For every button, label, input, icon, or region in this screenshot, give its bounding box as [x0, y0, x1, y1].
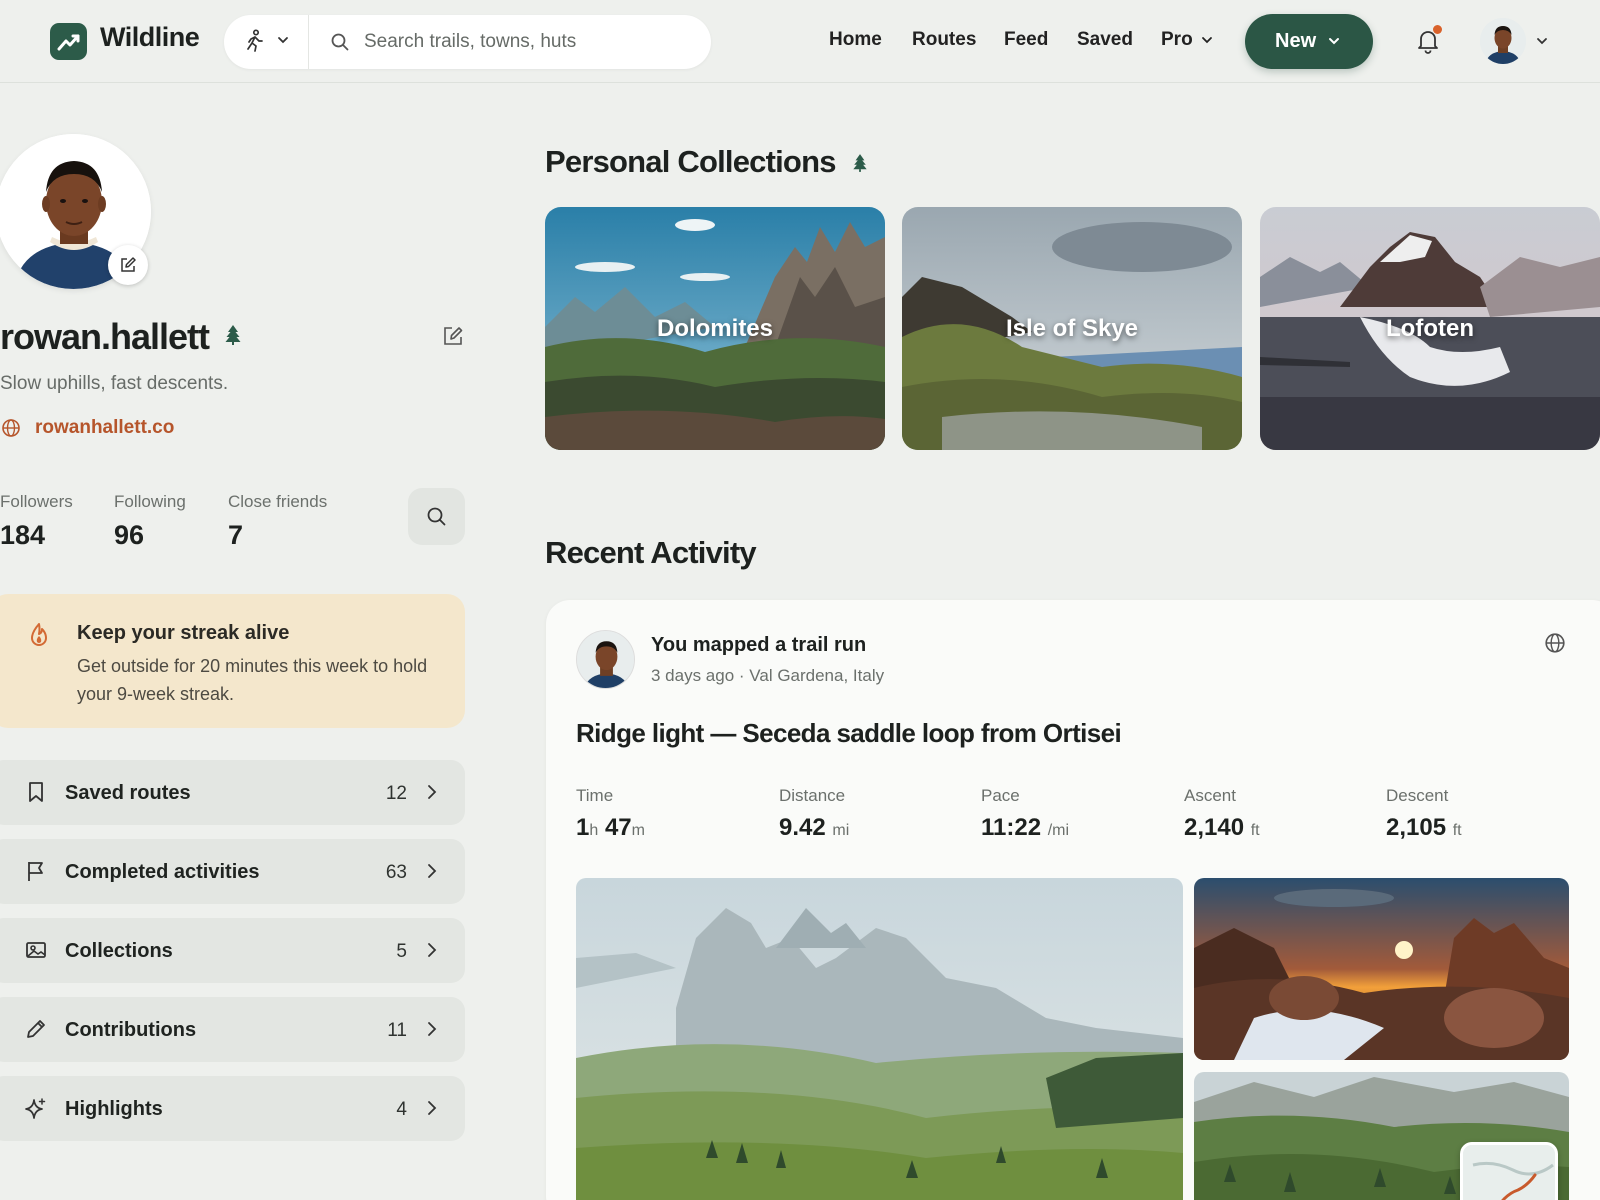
collection-label: Dolomites [656, 315, 773, 342]
menu-count: 5 [396, 941, 407, 962]
menu-count: 11 [387, 1020, 407, 1041]
runner-icon [247, 29, 263, 52]
menu-saved-routes[interactable]: Saved routes 12 [0, 760, 465, 825]
brand-name[interactable]: Wildline [100, 22, 200, 53]
tree-icon [225, 325, 241, 345]
alpine-meadow-photo [576, 878, 1183, 1200]
activity-title[interactable]: Ridge light — Seceda saddle loop from Or… [576, 718, 1122, 749]
metric-label-ascent: Ascent [1184, 786, 1236, 805]
menu-label: Collections [65, 940, 173, 962]
metric-value-pace: 11:22 /mi [981, 814, 1070, 841]
activity-mode-select[interactable] [224, 15, 309, 69]
bookmark-icon [29, 782, 43, 802]
collection-card-dolomites[interactable]: Dolomites [545, 207, 885, 450]
menu-label: Contributions [65, 1019, 197, 1041]
pencil-icon [27, 1020, 45, 1038]
activity-avatar[interactable] [576, 630, 635, 689]
metric-value-time: 1h 47m [576, 814, 645, 841]
wildline-logo[interactable] [50, 23, 87, 60]
notification-dot [1433, 25, 1442, 34]
chevron-right-icon [428, 1022, 437, 1036]
new-button-label: New [1275, 30, 1317, 52]
chevron-down-icon [278, 37, 288, 44]
nav-home[interactable]: Home [829, 29, 882, 51]
menu-count: 12 [385, 783, 407, 804]
nav-saved[interactable]: Saved [1077, 29, 1133, 51]
metric-value-ascent: 2,140 ft [1184, 814, 1260, 841]
close-friends-count[interactable]: 7 [228, 520, 243, 551]
menu-highlights[interactable]: Highlights 4 [0, 1076, 465, 1141]
edit-profile-icon[interactable] [442, 325, 464, 347]
metric-label-time: Time [576, 786, 614, 805]
route-map-thumbnail[interactable] [1460, 1142, 1558, 1200]
route-map-icon [1463, 1145, 1555, 1200]
activity-headline: You mapped a trail run [651, 634, 867, 656]
sunset-rocks-photo [1194, 878, 1569, 1060]
edit-avatar-button[interactable] [108, 245, 148, 285]
nav-routes[interactable]: Routes [912, 29, 976, 51]
search-icon [427, 507, 446, 526]
activity-meta: 3 days ago · Val Gardena, Italy [651, 666, 885, 685]
flag-icon [28, 862, 43, 881]
collection-card-lofoten[interactable]: Lofoten [1260, 207, 1600, 450]
chevron-right-icon [428, 943, 437, 957]
search-bar [224, 15, 711, 69]
search-input[interactable] [364, 15, 694, 69]
metric-value-descent: 2,105 ft [1386, 814, 1462, 841]
menu-contributions[interactable]: Contributions 11 [0, 997, 465, 1062]
menu-count: 4 [396, 1099, 407, 1120]
edit-icon [121, 257, 136, 272]
streak-title: Keep your streak alive [77, 622, 290, 644]
menu-count: 63 [385, 862, 407, 883]
chevron-right-icon [428, 864, 437, 878]
flame-icon [31, 623, 47, 646]
search-icon [331, 33, 349, 51]
followers-label: Followers [0, 492, 73, 511]
chevron-right-icon [428, 1101, 437, 1115]
following-count[interactable]: 96 [114, 520, 144, 551]
recent-activity-title: Recent Activity [545, 535, 757, 570]
menu-label: Completed activities [65, 861, 260, 883]
metric-label-pace: Pace [981, 786, 1020, 805]
activity-photo-sunset[interactable] [1194, 878, 1569, 1060]
collection-label: Lofoten [1386, 315, 1474, 342]
chevron-down-icon [1329, 38, 1339, 45]
following-label: Following [114, 492, 186, 511]
tree-icon [853, 154, 867, 172]
top-bar: Wildline Home Routes Feed Saved Pro New [0, 0, 1600, 83]
activity-photo-main[interactable] [576, 878, 1183, 1200]
chevron-down-icon[interactable] [1200, 35, 1214, 45]
profile-bio: Slow uphills, fast descents. [0, 373, 229, 394]
profile-website-link[interactable]: rowanhallett.co [35, 417, 174, 439]
find-friends-button[interactable] [408, 488, 465, 545]
image-icon [26, 942, 46, 958]
nav-pro[interactable]: Pro [1161, 29, 1193, 51]
metric-label-distance: Distance [779, 786, 846, 805]
collections-title: Personal Collections [545, 144, 836, 179]
chevron-right-icon [428, 785, 437, 799]
avatar-portrait [577, 631, 634, 688]
close-friends-label: Close friends [228, 492, 328, 511]
globe-icon[interactable] [1544, 632, 1566, 654]
trend-icon [57, 34, 80, 51]
collection-card-isle-of-skye[interactable]: Isle of Skye [902, 207, 1242, 450]
sparkle-icon [25, 1098, 46, 1119]
new-button[interactable]: New [1245, 14, 1373, 69]
globe-icon [2, 419, 20, 437]
menu-collections[interactable]: Collections 5 [0, 918, 465, 983]
chevron-down-icon[interactable] [1535, 36, 1549, 46]
menu-completed-activities[interactable]: Completed activities 63 [0, 839, 465, 904]
user-menu-avatar[interactable] [1480, 18, 1526, 64]
metric-value-distance: 9.42 mi [779, 814, 850, 841]
collection-label: Isle of Skye [1005, 315, 1139, 342]
nav-feed[interactable]: Feed [1004, 29, 1048, 51]
streak-text: Get outside for 20 minutes this week to … [77, 656, 428, 704]
profile-username: rowan.hallett [0, 316, 210, 357]
menu-label: Highlights [65, 1098, 163, 1120]
followers-count[interactable]: 184 [0, 520, 45, 551]
metric-label-descent: Descent [1386, 786, 1449, 805]
avatar-portrait [1480, 18, 1526, 64]
menu-label: Saved routes [65, 782, 191, 804]
